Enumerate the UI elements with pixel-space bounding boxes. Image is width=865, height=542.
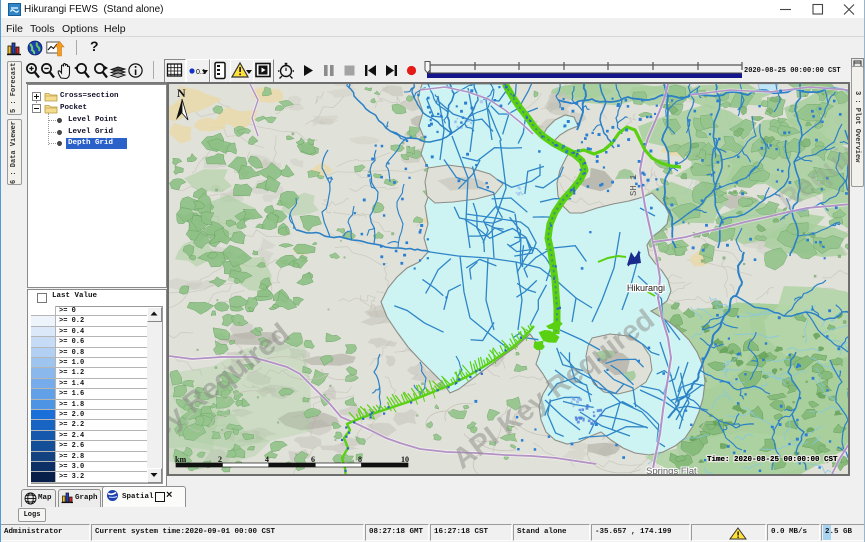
svg-text:6: 6 bbox=[311, 455, 315, 464]
svg-text:10: 10 bbox=[401, 455, 409, 464]
svg-text:2: 2 bbox=[218, 455, 222, 464]
svg-text:N: N bbox=[177, 86, 186, 100]
svg-text:Springs Flat: Springs Flat bbox=[646, 466, 697, 477]
svg-text:km: km bbox=[175, 455, 186, 464]
svg-text:Hikurangi: Hikurangi bbox=[627, 283, 665, 293]
svg-text:Time: 2020-08-25 00:00:00 CST: Time: 2020-08-25 00:00:00 CST bbox=[707, 456, 838, 464]
svg-text:4: 4 bbox=[265, 455, 269, 464]
svg-text:SH 1: SH 1 bbox=[629, 174, 639, 196]
svg-text:8: 8 bbox=[358, 455, 362, 464]
